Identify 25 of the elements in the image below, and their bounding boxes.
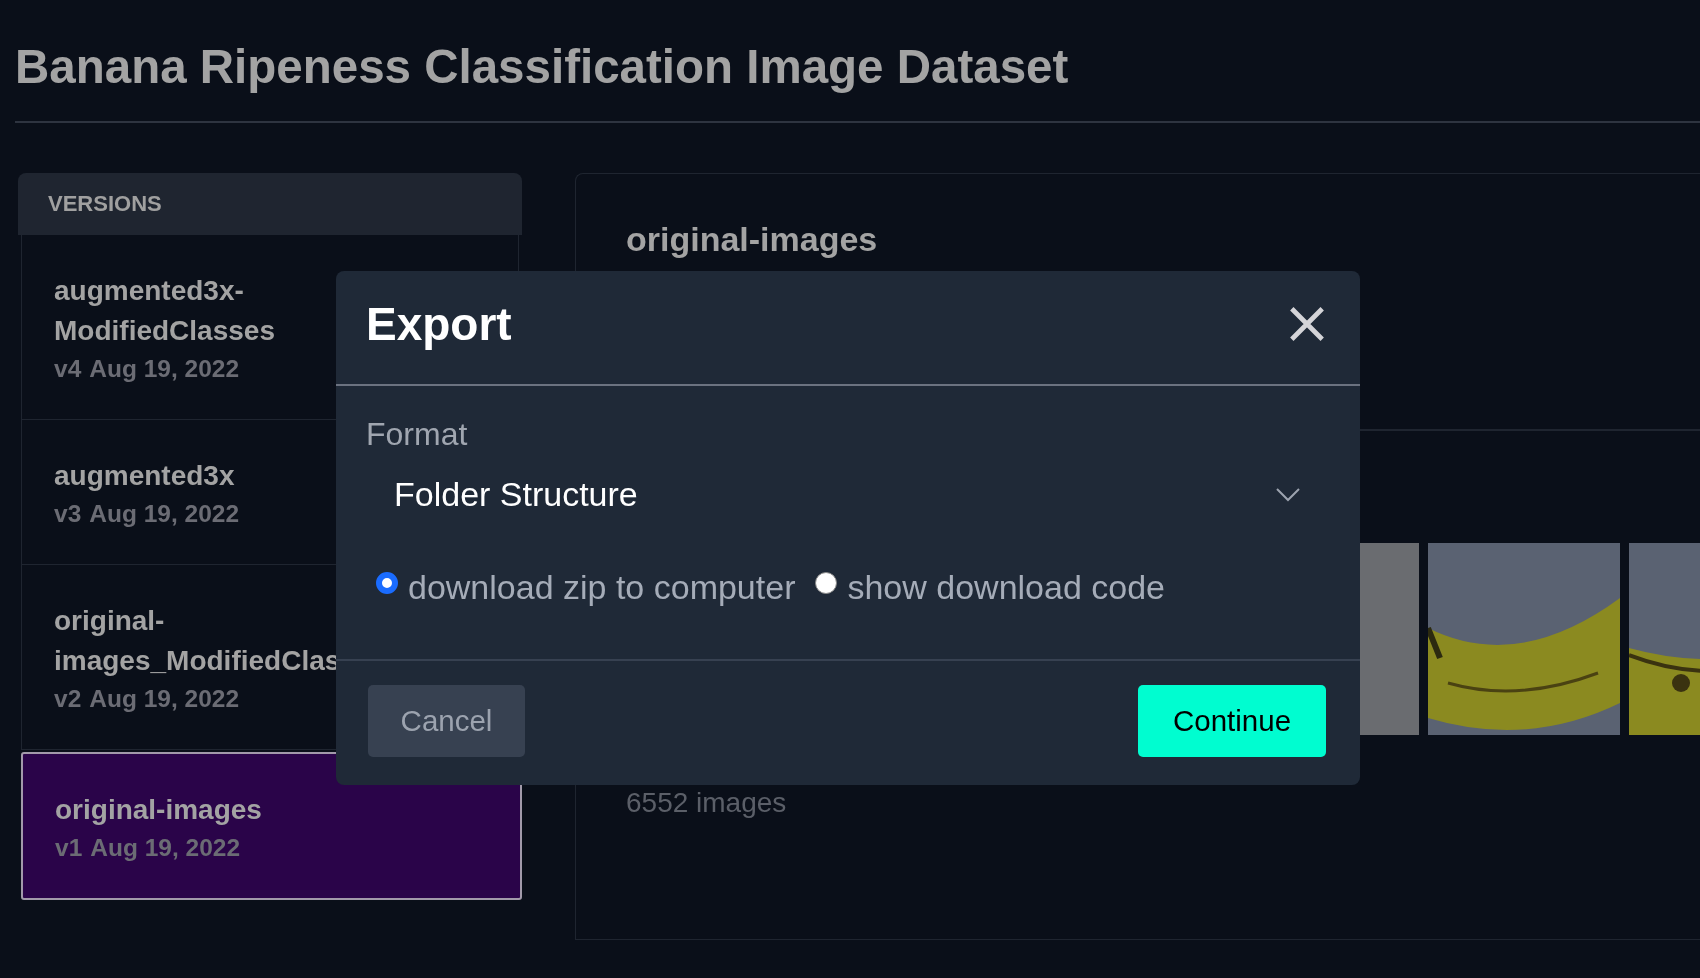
dialog-title: Export bbox=[366, 296, 512, 351]
image-count: 6552 images bbox=[625, 785, 788, 819]
version-number: v3 bbox=[54, 499, 82, 528]
version-date: Aug 19, 2022 bbox=[90, 833, 241, 862]
version-title: original-images bbox=[626, 219, 879, 259]
version-number: v4 bbox=[54, 354, 82, 383]
version-name: original-images_ModifiedClas bbox=[54, 603, 342, 678]
versions-header: VERSIONS bbox=[18, 172, 522, 235]
version-number: v1 bbox=[55, 833, 83, 862]
page-title: Banana Ripeness Classification Image Dataset bbox=[15, 0, 1700, 123]
close-icon[interactable] bbox=[1288, 304, 1326, 343]
version-date: Aug 19, 2022 bbox=[89, 354, 240, 383]
chevron-down-icon bbox=[1276, 487, 1300, 502]
radio-button[interactable] bbox=[815, 572, 838, 594]
radio-button[interactable] bbox=[376, 572, 398, 594]
version-number: v2 bbox=[54, 684, 82, 713]
version-name: original-images bbox=[55, 792, 263, 827]
version-item[interactable]: original-images v1 Aug 19, 2022 bbox=[21, 751, 522, 900]
version-name: augmented3x bbox=[54, 458, 236, 493]
version-date: Aug 19, 2022 bbox=[89, 684, 240, 713]
continue-button[interactable]: Continue bbox=[1138, 685, 1326, 757]
option-label[interactable]: show download code bbox=[847, 568, 1165, 607]
version-date: Aug 19, 2022 bbox=[89, 499, 240, 528]
version-name: augmented3x-ModifiedClasses bbox=[54, 273, 276, 348]
cancel-button[interactable]: Cancel bbox=[368, 685, 525, 757]
